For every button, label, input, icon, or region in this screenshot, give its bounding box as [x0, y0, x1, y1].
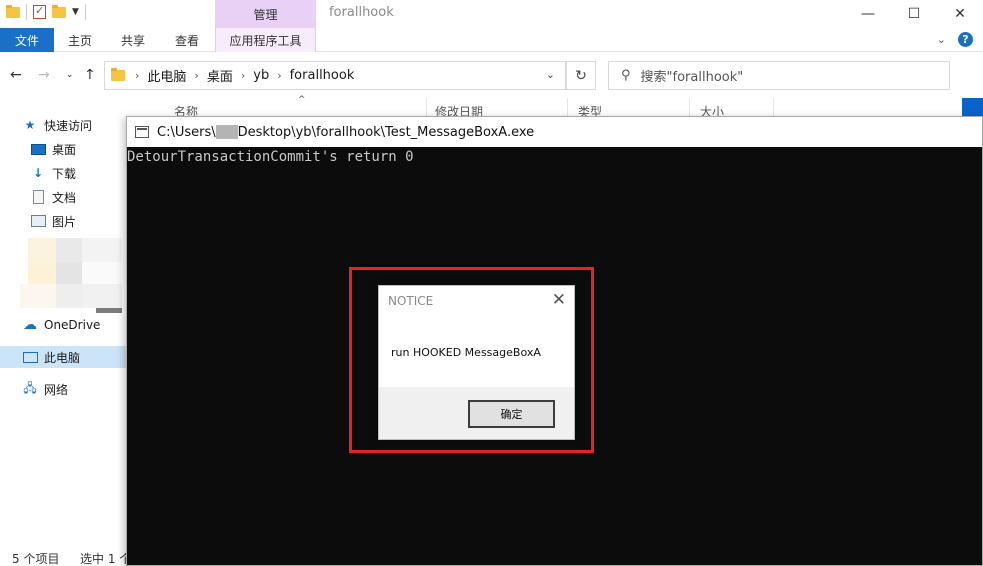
refresh-button[interactable]: ↻: [566, 61, 596, 90]
breadcrumb-separator-icon: ›: [194, 69, 199, 82]
ribbon-tabs: 文件 主页 共享 查看 应用程序工具 ⌄ ?: [0, 28, 983, 52]
sidebar-item-label: 快速访问: [44, 118, 93, 133]
console-title: C:\Users\ Desktop\yb\forallhook\Test_Mess…: [157, 125, 534, 140]
dialog-footer: 确定: [379, 387, 574, 439]
column-divider[interactable]: [773, 98, 774, 118]
tab-home[interactable]: 主页: [54, 28, 106, 52]
sidebar-item-label: 桌面: [52, 142, 77, 157]
network-icon: 🖧: [23, 380, 37, 395]
navigation-pane: ★ 快速访问 桌面 ↓ 下载 文档 图片 ☁ OneDrive 此电脑 🖧 网络: [0, 98, 126, 548]
folder-icon[interactable]: [6, 4, 20, 18]
window-controls: — ☐ ✕: [845, 0, 983, 28]
sidebar-item-label: 此电脑: [44, 350, 81, 365]
console-title-prefix: C:\Users\: [157, 124, 216, 140]
sidebar-item-label: 文档: [52, 190, 77, 205]
new-folder-icon[interactable]: [52, 4, 66, 18]
sidebar-item-desktop[interactable]: 桌面: [0, 138, 126, 160]
quick-access-toolbar: ▼: [6, 4, 86, 20]
column-divider[interactable]: [567, 98, 568, 118]
sidebar-item-label: OneDrive: [44, 318, 101, 332]
maximize-button[interactable]: ☐: [891, 0, 937, 28]
dialog-message: run HOOKED MessageBoxA: [391, 346, 541, 359]
ok-button[interactable]: 确定: [468, 400, 555, 428]
selected-count: 选中 1 个: [80, 552, 132, 566]
console-output-line: DetourTransactionCommit's return 0: [127, 149, 414, 165]
console-output: DetourTransactionCommit's return 0: [127, 147, 982, 165]
picture-icon: [30, 214, 46, 228]
message-box-dialog[interactable]: NOTICE ✕ run HOOKED MessageBoxA 确定: [378, 285, 575, 440]
properties-icon[interactable]: [33, 4, 46, 19]
explorer-titlebar: ▼ 管理 forallhook — ☐ ✕: [0, 0, 983, 28]
sidebar-item-this-pc[interactable]: 此电脑: [0, 346, 126, 368]
column-divider[interactable]: [426, 98, 427, 118]
document-icon: [30, 190, 46, 204]
context-tab-group-manage: 管理: [215, 0, 316, 28]
address-bar[interactable]: › 此电脑 › 桌面 › yb › forallhook ⌄: [104, 61, 566, 90]
ribbon-right-controls: ⌄ ?: [937, 32, 973, 47]
item-count: 5 个项目: [12, 552, 60, 566]
recent-dropdown-icon[interactable]: ⌄: [66, 70, 74, 80]
back-arrow-icon[interactable]: ←: [10, 67, 22, 83]
window-title: forallhook: [329, 5, 394, 20]
search-icon: ⚲: [621, 68, 631, 83]
cloud-icon: ☁: [23, 317, 37, 333]
refresh-icon: ↻: [575, 67, 587, 84]
navigation-bar: ← → ⌄ ↑ › 此电脑 › 桌面 › yb › forallhook ⌄ ↻…: [0, 52, 983, 98]
search-placeholder: 搜索"forallhook": [640, 70, 744, 85]
sidebar-item-label: 下载: [52, 166, 77, 181]
redacted-username: [215, 125, 238, 139]
tab-share[interactable]: 共享: [106, 28, 160, 52]
sidebar-item-downloads[interactable]: ↓ 下载: [0, 162, 126, 184]
close-icon[interactable]: ✕: [552, 290, 566, 310]
chevron-down-icon[interactable]: ⌄: [937, 33, 946, 46]
file-list-column-headers: 名称 ^ 修改日期 类型 大小: [126, 95, 983, 119]
sidebar-item-label: 图片: [52, 214, 77, 229]
up-arrow-icon[interactable]: ↑: [84, 67, 96, 83]
folder-icon: [111, 68, 125, 81]
dialog-title: NOTICE: [388, 294, 434, 308]
tab-application-tools[interactable]: 应用程序工具: [215, 28, 316, 52]
star-icon: ★: [24, 118, 36, 132]
sidebar-item-onedrive[interactable]: ☁ OneDrive: [0, 314, 126, 336]
console-titlebar[interactable]: C:\Users\ Desktop\yb\forallhook\Test_Mess…: [127, 117, 982, 147]
tab-file[interactable]: 文件: [0, 28, 54, 52]
address-dropdown-icon[interactable]: ⌄: [546, 68, 555, 81]
qat-separator: [26, 4, 27, 20]
minimize-button[interactable]: —: [845, 0, 891, 28]
breadcrumb-yb[interactable]: yb: [253, 68, 269, 83]
breadcrumb-separator-icon: ›: [240, 69, 246, 82]
help-icon[interactable]: ?: [958, 32, 973, 47]
redacted-items: [20, 238, 124, 314]
sidebar-item-quick-access[interactable]: ★ 快速访问: [0, 114, 126, 136]
sidebar-item-network[interactable]: 🖧 网络: [0, 378, 126, 400]
sidebar-item-documents[interactable]: 文档: [0, 186, 126, 208]
console-title-suffix: Desktop\yb\forallhook\Test_MessageBoxA.e…: [237, 124, 535, 140]
breadcrumb-separator-icon: ›: [277, 69, 282, 82]
console-icon: [135, 126, 149, 138]
forward-arrow-icon[interactable]: →: [38, 67, 50, 83]
tab-view[interactable]: 查看: [160, 28, 214, 52]
breadcrumb-separator-icon: ›: [135, 69, 140, 82]
breadcrumb-this-pc[interactable]: 此电脑: [147, 66, 186, 85]
qat-separator: [84, 4, 86, 20]
qat-dropdown-icon[interactable]: ▼: [72, 7, 79, 17]
desktop-icon: [30, 142, 46, 156]
computer-icon: [22, 350, 38, 364]
close-button[interactable]: ✕: [937, 0, 983, 28]
breadcrumb-desktop[interactable]: 桌面: [207, 66, 233, 85]
search-input[interactable]: ⚲ 搜索"forallhook": [608, 61, 950, 90]
sidebar-item-pictures[interactable]: 图片: [0, 210, 126, 232]
download-icon: ↓: [32, 166, 44, 180]
sort-up-icon: ^: [298, 95, 306, 105]
breadcrumb-forallhook[interactable]: forallhook: [290, 68, 355, 83]
sidebar-item-label: 网络: [44, 382, 69, 397]
column-divider[interactable]: [689, 98, 690, 118]
